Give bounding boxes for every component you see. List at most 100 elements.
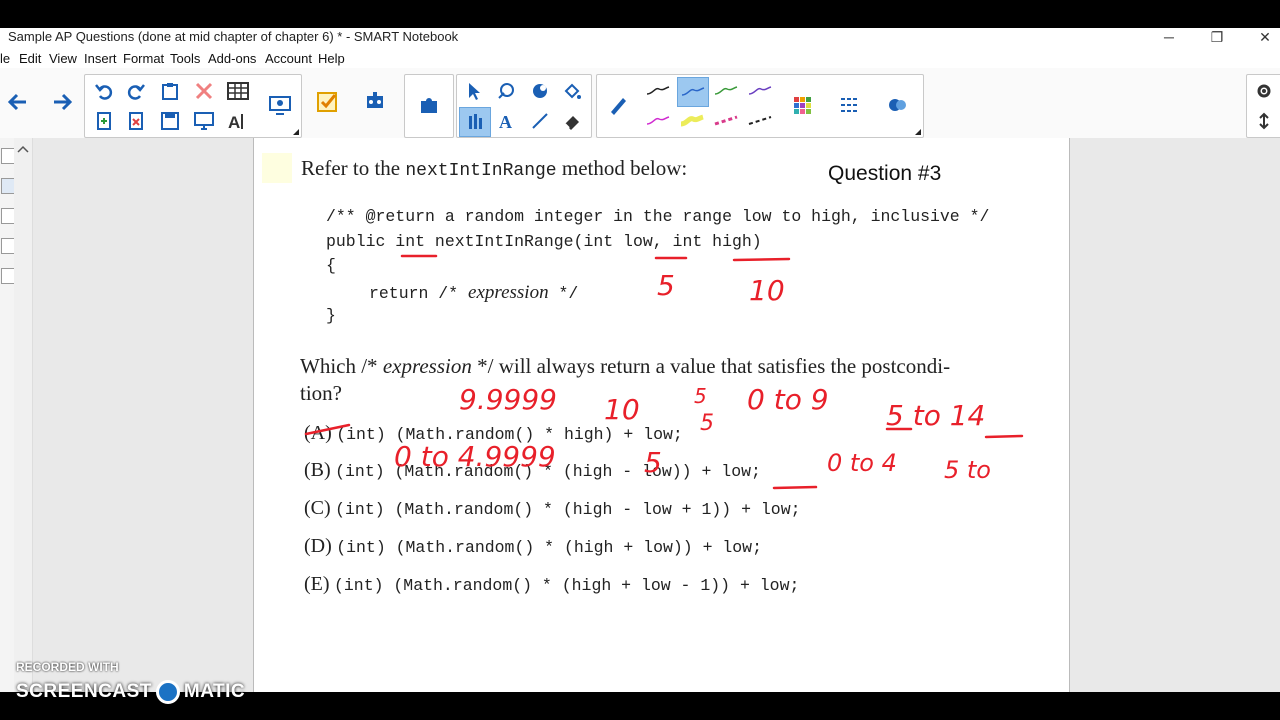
underline-fourteen: [984, 434, 1024, 439]
menu-file[interactable]: le: [0, 51, 10, 66]
video-top-bar: [0, 0, 1280, 28]
table-button[interactable]: [223, 77, 253, 105]
properties-tab[interactable]: [1, 238, 15, 254]
redo-button[interactable]: [121, 77, 151, 105]
delete-page-button[interactable]: [121, 107, 151, 135]
eraser-shape-tool[interactable]: [525, 77, 555, 105]
ink-5to14: 5 to 14: [886, 399, 985, 432]
undo-button[interactable]: [89, 77, 119, 105]
forward-button[interactable]: [48, 88, 78, 116]
arrow-left-icon: [7, 93, 26, 111]
minimize-button[interactable]: ─: [1146, 28, 1192, 48]
highlighter-yellow-icon: [680, 114, 704, 127]
paste-button[interactable]: [155, 77, 185, 105]
new-page-button[interactable]: [89, 107, 119, 135]
svg-text:A: A: [228, 113, 240, 131]
checkbox-icon: [317, 92, 337, 112]
save-button[interactable]: [155, 107, 185, 135]
addons-tab[interactable]: [1, 268, 15, 284]
arrow-right-icon: [54, 93, 73, 111]
edit-tools-group: A: [84, 74, 302, 138]
up-down-arrow-icon: [1259, 112, 1269, 130]
addons-group: [404, 74, 454, 138]
menu-insert[interactable]: Insert: [84, 51, 117, 66]
menu-addons[interactable]: Add-ons: [208, 51, 256, 66]
ink-0to4: 0 to 4: [827, 449, 897, 477]
pen-stroke-purple-icon: [748, 86, 772, 95]
back-button[interactable]: [2, 88, 32, 116]
group-menu-corner: [915, 129, 921, 135]
close-button[interactable]: ✕: [1242, 28, 1280, 48]
shape-select-tool[interactable]: [491, 77, 521, 105]
pen-stroke-green-icon: [714, 86, 738, 95]
strike-a: [304, 423, 351, 436]
screen-shade-button[interactable]: [189, 107, 219, 135]
line-tool[interactable]: [525, 107, 555, 135]
fill-bucket-icon: [564, 83, 581, 99]
menu-help[interactable]: Help: [318, 51, 345, 66]
text-a-icon: A: [499, 112, 512, 131]
ink-a-ten: 10: [604, 393, 640, 426]
ink-high-value: 10: [749, 274, 785, 307]
pen-tool[interactable]: [459, 107, 491, 137]
pen-dashed-red[interactable]: [711, 107, 741, 135]
ink-a-five: 5: [700, 411, 714, 436]
window-title: Sample AP Questions (done at mid chapter…: [8, 29, 459, 44]
line-style-button[interactable]: [835, 91, 865, 119]
toolbar-position-button[interactable]: [1249, 107, 1279, 135]
svg-text:A: A: [499, 112, 512, 131]
activity-builder-button[interactable]: [312, 88, 342, 116]
delete-button[interactable]: [189, 77, 219, 105]
pen-stroke-blue-icon: [681, 87, 705, 96]
settings-button[interactable]: [1249, 77, 1279, 105]
vertical-scrollbar[interactable]: [14, 138, 33, 692]
pen-green[interactable]: [711, 77, 741, 105]
toolbar: A A: [0, 68, 1280, 139]
menu-account[interactable]: Account: [265, 51, 312, 66]
page-sorter-tab[interactable]: [1, 148, 15, 164]
ink-a-five-small: 5: [694, 384, 707, 408]
ink-0to9: 0 to 9: [747, 383, 829, 416]
underline-high: [732, 257, 791, 262]
menu-tools[interactable]: Tools: [170, 51, 200, 66]
select-tools-group: A: [456, 74, 592, 138]
notebook-page[interactable]: Refer to the nextIntInRange method below…: [253, 138, 1070, 692]
scroll-up-icon[interactable]: [14, 140, 32, 158]
select-tool[interactable]: [459, 77, 489, 105]
delete-x-icon: [195, 82, 213, 100]
restore-button[interactable]: ❐: [1194, 28, 1240, 48]
menu-edit[interactable]: Edit: [19, 51, 41, 66]
highlighter-yellow[interactable]: [677, 107, 707, 135]
pen-button[interactable]: [603, 91, 633, 119]
gear-icon: [1257, 84, 1271, 98]
text-recognition-button[interactable]: A: [223, 107, 253, 135]
pen-black[interactable]: [643, 77, 673, 105]
table-icon: [227, 82, 249, 100]
properties-icon: [889, 99, 906, 111]
pen-tool-icon: [469, 114, 482, 129]
puzzle-icon: [421, 98, 437, 113]
record-dot-icon: [155, 680, 180, 704]
color-palette-button[interactable]: [787, 91, 817, 119]
menu-format[interactable]: Format: [123, 51, 164, 66]
pen-dashed-black[interactable]: [745, 107, 775, 135]
undo-icon: [95, 84, 113, 100]
attachments-tab[interactable]: [1, 208, 15, 224]
screencast-logo: SCREENCAST MATIC: [16, 680, 246, 704]
gallery-tab[interactable]: [1, 178, 15, 194]
menu-view[interactable]: View: [49, 51, 77, 66]
pen-purple[interactable]: [745, 77, 775, 105]
fill-tool[interactable]: [557, 77, 587, 105]
side-tools-group: [1246, 74, 1280, 138]
pen-blue[interactable]: [677, 77, 709, 107]
line-icon: [532, 113, 548, 129]
eraser-tool[interactable]: [557, 107, 587, 135]
redo-icon: [127, 84, 145, 100]
lab-tools-button[interactable]: [360, 88, 390, 116]
group-menu-corner: [293, 129, 299, 135]
text-tool[interactable]: A: [491, 107, 521, 135]
properties-button[interactable]: [883, 91, 913, 119]
screen-capture-button[interactable]: [265, 91, 295, 119]
pen-magenta[interactable]: [643, 107, 673, 135]
addons-button[interactable]: [414, 91, 444, 119]
